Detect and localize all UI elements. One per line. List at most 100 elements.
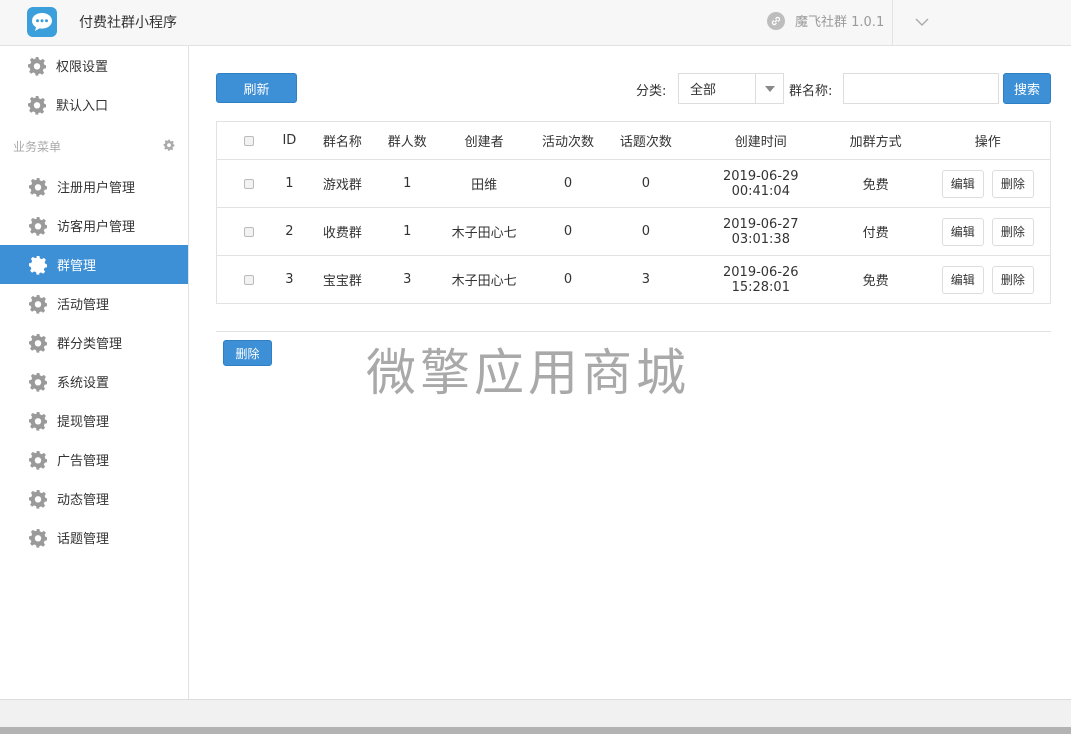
sidebar-item-label: 群管理 [57,259,97,274]
gear-icon [0,95,56,115]
sidebar-item-3[interactable]: 活动管理 [0,284,188,323]
header-join: 加群方式 [825,121,926,160]
header-activities: 活动次数 [540,121,596,160]
watermark: 微擎应用商城 [366,344,690,402]
cell-actions: 编辑 删除 [926,256,1051,304]
group-name-input[interactable] [843,73,999,104]
gear-icon [0,177,57,197]
cell-actions: 编辑 删除 [925,207,1051,256]
header-creator: 创建者 [428,121,541,160]
category-label: 分类: [636,84,667,99]
header-created: 创建时间 [695,121,826,160]
sidebar-item-6[interactable]: 提现管理 [0,401,188,440]
cell-members: 3 [403,272,412,287]
caret-down-icon[interactable] [755,74,783,103]
cell-activities: 0 [563,272,573,287]
table-row: 1 游戏群 1 田维 0 0 2019-06-29 00:41:04 免费 编辑… [216,159,1051,208]
gear-icon[interactable] [163,139,175,154]
sidebar-item-label: 广告管理 [57,454,110,469]
cell-activities: 0 [540,207,596,256]
delete-button[interactable]: 删除 [991,169,1034,198]
cell-actions: 编辑 删除 [925,159,1051,208]
brand-label: 魔飞社群 1.0.1 [795,15,885,30]
sidebar-item-2[interactable]: 群管理 [0,245,188,284]
delete-button[interactable]: 删除 [991,265,1034,294]
sidebar-item-top-1[interactable]: 默认入口 [0,85,188,124]
sidebar-item-label: 活动管理 [57,298,110,313]
gear-icon [0,411,57,431]
sidebar-item-label: 系统设置 [57,376,110,391]
brand: 魔飞社群 1.0.1 [767,11,884,30]
sidebar-item-0[interactable]: 注册用户管理 [0,167,188,206]
sidebar-item-label: 默认入口 [56,99,109,114]
sidebar: 权限设置 默认入口 业务菜单 注册用户管理 访客用户管理 群管理 活动管理 群分… [0,46,189,699]
cell-topics: 3 [641,272,651,287]
cell-activities: 0 [540,159,596,208]
cell-creator: 田维 [428,159,541,208]
row-checkbox[interactable] [243,226,254,237]
refresh-button[interactable]: 刷新 [216,73,297,103]
cell-join: 付费 [825,207,926,256]
sidebar-item-label: 提现管理 [57,415,110,430]
gear-icon [0,333,57,353]
cell-members: 1 [386,207,429,256]
gear-icon [0,372,57,392]
row-checkbox[interactable] [243,178,254,189]
cell-name: 游戏群 [298,159,387,208]
sidebar-item-label: 权限设置 [56,60,109,75]
select-all-checkbox[interactable] [243,135,254,146]
header-id: ID [280,121,299,160]
sidebar-item-label: 群分类管理 [57,337,123,352]
sidebar-item-9[interactable]: 话题管理 [0,518,188,557]
table-row: 3 宝宝群 3 木子田心七 0 3 2019-06-26 15:28:01 免费… [217,256,1051,304]
header-name: 群名称 [298,121,387,160]
cell-id: 2 [280,207,299,256]
chat-bubble-icon [27,7,57,37]
sidebar-item-5[interactable]: 系统设置 [0,362,188,401]
table-row: 2 收费群 1 木子田心七 0 0 2019-06-27 03:01:38 付费… [216,207,1051,256]
divider [216,331,1051,332]
gear-icon [0,450,57,470]
footer-strip [0,727,1071,734]
cell-id: 3 [285,272,294,287]
cell-topics: 0 [595,159,696,208]
category-select[interactable]: 全部 [678,73,784,104]
cell-created: 2019-06-26 15:28:01 [723,264,799,295]
chevron-down-icon[interactable] [914,14,930,30]
cell-join: 免费 [825,159,926,208]
sidebar-section-header: 业务菜单 [13,138,175,155]
cell-created: 2019-06-29 00:41:04 [695,159,826,208]
sidebar-item-1[interactable]: 访客用户管理 [0,206,188,245]
sidebar-item-top-0[interactable]: 权限设置 [0,46,188,85]
sidebar-item-label: 注册用户管理 [57,181,136,196]
sidebar-item-7[interactable]: 广告管理 [0,440,188,479]
cell-join: 免费 [862,274,889,289]
top-bar: 付费社群小程序 魔飞社群 1.0.1 [0,0,1071,46]
row-checkbox[interactable] [243,274,254,285]
gear-icon [0,255,57,275]
sidebar-item-8[interactable]: 动态管理 [0,479,188,518]
gear-icon [0,56,56,76]
sidebar-item-4[interactable]: 群分类管理 [0,323,188,362]
edit-button[interactable]: 编辑 [941,265,984,294]
gear-icon [0,294,57,314]
app-title: 付费社群小程序 [79,15,177,31]
bulk-delete-button[interactable]: 删除 [223,340,272,366]
header-topics: 话题次数 [595,121,696,160]
divider [892,0,893,46]
table-header: ID 群名称 群人数 创建者 活动次数 话题次数 创建时间 加群方式 操作 [216,121,1051,160]
edit-button[interactable]: 编辑 [941,217,984,246]
search-button[interactable]: 搜索 [1003,73,1051,104]
cell-topics: 0 [595,207,696,256]
delete-button[interactable]: 删除 [991,217,1034,246]
cell-members: 1 [386,159,429,208]
cell-name: 收费群 [298,207,387,256]
header-members: 群人数 [386,121,429,160]
cell-creator: 木子田心七 [428,207,541,256]
sidebar-item-label: 动态管理 [57,493,110,508]
edit-button[interactable]: 编辑 [941,169,984,198]
cell-created: 2019-06-27 03:01:38 [695,207,826,256]
cell-name: 宝宝群 [322,274,362,289]
gear-icon [0,216,57,236]
sidebar-item-label: 话题管理 [57,532,110,547]
